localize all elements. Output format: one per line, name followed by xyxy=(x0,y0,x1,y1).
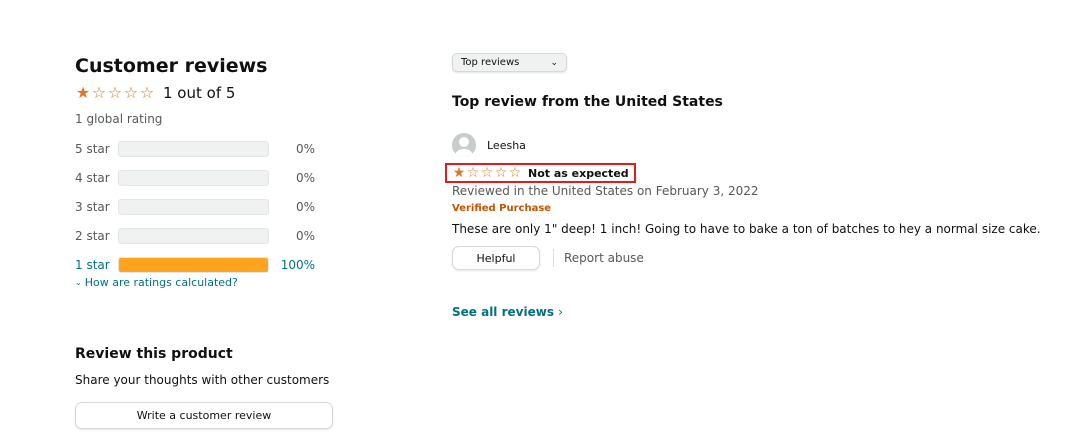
star-empty-icon: ☆ xyxy=(139,83,155,102)
how-ratings-calculated-label: How are ratings calculated? xyxy=(84,276,238,289)
average-stars: ★ ☆ ☆ ☆ ☆ xyxy=(75,85,155,101)
histogram-percent: 0% xyxy=(295,141,315,156)
histogram-bar xyxy=(118,169,269,186)
star-empty-icon: ☆ xyxy=(466,165,480,181)
histogram-row-2-star: 2 star 0% xyxy=(75,221,335,250)
histogram-bar xyxy=(118,227,269,244)
histogram-label[interactable]: 1 star xyxy=(75,258,118,272)
star-empty-icon: ☆ xyxy=(508,165,522,181)
sort-reviews-select[interactable]: Top reviews ⌄ xyxy=(452,53,567,72)
top-reviews-section-title: Top review from the United States xyxy=(452,94,723,110)
reviewer-profile[interactable]: Leesha xyxy=(452,133,526,157)
chevron-down-icon: ⌄ xyxy=(75,278,82,287)
review-this-product-title: Review this product xyxy=(75,346,233,362)
star-filled-icon: ★ xyxy=(452,165,466,181)
histogram-label: 4 star xyxy=(75,170,110,185)
histogram-row-4-star: 4 star 0% xyxy=(75,163,335,192)
histogram-percent: 0% xyxy=(295,199,315,214)
histogram-bar-fill xyxy=(119,257,268,272)
histogram-percent: 0% xyxy=(295,228,315,243)
verified-purchase-badge: Verified Purchase xyxy=(452,203,552,214)
review-this-product-subtitle: Share your thoughts with other customers xyxy=(75,373,330,387)
chevron-down-icon: ⌄ xyxy=(550,57,558,68)
review-headline[interactable]: Not as expected xyxy=(528,167,629,180)
star-empty-icon: ☆ xyxy=(91,83,107,102)
average-rating-text: 1 out of 5 xyxy=(163,84,236,102)
star-filled-icon: ★ xyxy=(75,83,91,102)
histogram-label: 3 star xyxy=(75,199,110,214)
review-actions: Helpful Report abuse xyxy=(452,246,644,270)
how-ratings-calculated-link[interactable]: ⌄ How are ratings calculated? xyxy=(75,276,335,289)
histogram-bar xyxy=(118,140,269,157)
histogram-bar xyxy=(118,198,269,215)
histogram-label: 2 star xyxy=(75,228,110,243)
report-abuse-link[interactable]: Report abuse xyxy=(564,251,644,265)
see-all-reviews-label: See all reviews xyxy=(452,305,554,319)
review-body: These are only 1" deep! 1 inch! Going to… xyxy=(452,222,1041,236)
histogram-row-3-star: 3 star 0% xyxy=(75,192,335,221)
rating-histogram: 5 star 0% 4 star 0% 3 star 0% 2 star 0% … xyxy=(75,134,335,279)
histogram-row-1-star[interactable]: 1 star 100% xyxy=(75,250,335,279)
customer-reviews-summary: Customer reviews ★ ☆ ☆ ☆ ☆ 1 out of 5 1 … xyxy=(75,54,335,289)
histogram-row-5-star: 5 star 0% xyxy=(75,134,335,163)
review-date: Reviewed in the United States on Februar… xyxy=(452,184,759,198)
histogram-bar[interactable] xyxy=(118,256,269,273)
histogram-percent[interactable]: 100% xyxy=(269,258,315,272)
avatar-icon xyxy=(452,133,476,157)
customer-reviews-title: Customer reviews xyxy=(75,55,268,77)
review-stars: ★ ☆ ☆ ☆ ☆ xyxy=(452,165,522,181)
sort-selected-value: Top reviews xyxy=(461,57,520,68)
star-empty-icon: ☆ xyxy=(480,165,494,181)
star-empty-icon: ☆ xyxy=(494,165,508,181)
average-rating-row[interactable]: ★ ☆ ☆ ☆ ☆ 1 out of 5 xyxy=(75,82,335,104)
histogram-percent: 0% xyxy=(295,170,315,185)
global-ratings-count: 1 global rating xyxy=(75,112,163,126)
reviewer-name[interactable]: Leesha xyxy=(487,139,526,152)
chevron-right-icon: › xyxy=(558,305,563,319)
star-empty-icon: ☆ xyxy=(123,83,139,102)
helpful-button[interactable]: Helpful xyxy=(452,246,540,270)
write-review-button[interactable]: Write a customer review xyxy=(75,402,333,429)
divider xyxy=(553,249,554,267)
star-empty-icon: ☆ xyxy=(107,83,123,102)
histogram-label: 5 star xyxy=(75,141,110,156)
see-all-reviews-link[interactable]: See all reviews › xyxy=(452,305,563,319)
review-rating-title-highlight[interactable]: ★ ☆ ☆ ☆ ☆ Not as expected xyxy=(445,163,636,183)
